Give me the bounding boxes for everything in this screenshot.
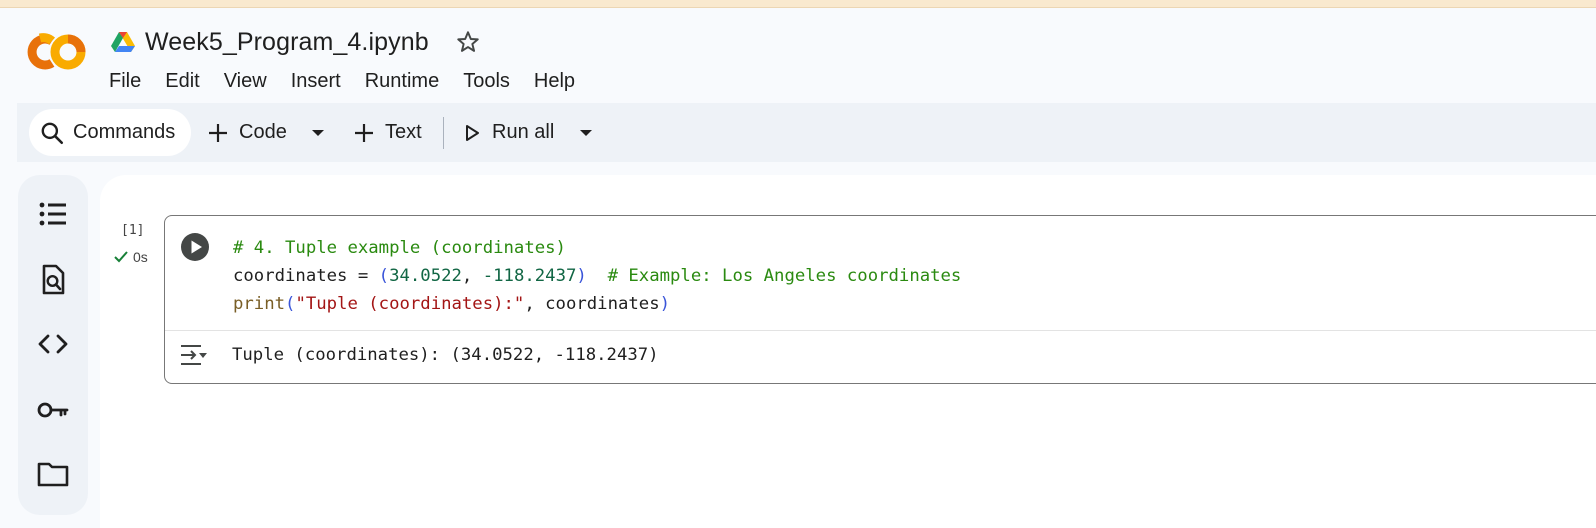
colab-logo[interactable]: [24, 32, 88, 72]
commands-label: Commands: [73, 121, 176, 143]
left-sidebar: [18, 175, 88, 515]
code-dropdown-button[interactable]: [310, 109, 326, 156]
execution-time: 0s: [133, 249, 148, 265]
code-token: , coordinates: [524, 294, 660, 314]
cell-output: Tuple (coordinates): (34.0522, -118.2437…: [232, 345, 659, 365]
code-token: coordinates =: [233, 266, 379, 286]
menu-help[interactable]: Help: [522, 68, 587, 95]
menu-tools[interactable]: Tools: [451, 68, 522, 95]
menu-runtime[interactable]: Runtime: [353, 68, 451, 95]
plus-icon: [355, 123, 373, 142]
top-accent-bar: [0, 0, 1596, 8]
google-drive-icon[interactable]: [111, 31, 135, 53]
run-all-button[interactable]: Run all: [462, 109, 554, 156]
code-string: "Tuple (coordinates):": [295, 294, 525, 314]
notebook-title[interactable]: Week5_Program_4.ipynb: [145, 28, 429, 57]
menu-insert[interactable]: Insert: [279, 68, 353, 95]
code-token: ): [659, 294, 671, 314]
code-cell[interactable]: # 4. Tuple example (coordinates) coordin…: [164, 215, 1596, 384]
menu-file[interactable]: File: [97, 68, 153, 95]
plus-icon: [209, 123, 227, 142]
menu-view[interactable]: View: [212, 68, 279, 95]
code-number: 34.0522: [389, 266, 462, 286]
caret-down-icon: [580, 129, 592, 136]
add-code-button[interactable]: Code: [207, 109, 287, 156]
code-comment: # Example: Los Angeles coordinates: [607, 266, 962, 286]
menu-bar: File Edit View Insert Runtime Tools Help: [97, 68, 587, 95]
code-number: -118.2437: [482, 266, 577, 286]
code-comment: # 4. Tuple example (coordinates): [233, 238, 566, 258]
check-icon: [114, 251, 128, 263]
run-all-dropdown-button[interactable]: [578, 109, 594, 156]
code-snippets-icon[interactable]: [36, 327, 70, 361]
output-divider: [165, 330, 1596, 331]
search-icon: [41, 122, 64, 144]
run-all-label: Run all: [492, 121, 555, 143]
title-row: Week5_Program_4.ipynb: [111, 25, 481, 59]
caret-down-icon: [312, 129, 324, 136]
menu-edit[interactable]: Edit: [153, 68, 211, 95]
code-token: (: [378, 266, 390, 286]
files-folder-icon[interactable]: [36, 457, 70, 491]
toolbar-divider: [443, 117, 444, 149]
find-icon[interactable]: [36, 263, 70, 297]
code-token: (: [285, 294, 296, 314]
commands-button[interactable]: Commands: [29, 109, 191, 156]
execution-count: [1]: [121, 223, 145, 238]
text-label: Text: [385, 121, 422, 143]
execution-status: 0s: [113, 249, 148, 265]
code-label: Code: [239, 121, 287, 143]
output-actions-icon[interactable]: [179, 342, 209, 368]
code-token: ): [576, 266, 587, 286]
star-icon[interactable]: [455, 29, 481, 55]
run-cell-button[interactable]: [179, 231, 211, 263]
code-function: print: [233, 294, 286, 314]
add-text-button[interactable]: Text: [353, 109, 422, 156]
table-of-contents-icon[interactable]: [36, 197, 70, 231]
play-outline-icon: [466, 124, 479, 141]
toolbar: Commands Code Text Run all: [17, 103, 1596, 162]
code-editor[interactable]: # 4. Tuple example (coordinates) coordin…: [233, 234, 961, 318]
secrets-key-icon[interactable]: [36, 393, 70, 427]
code-token: ,: [461, 266, 483, 286]
